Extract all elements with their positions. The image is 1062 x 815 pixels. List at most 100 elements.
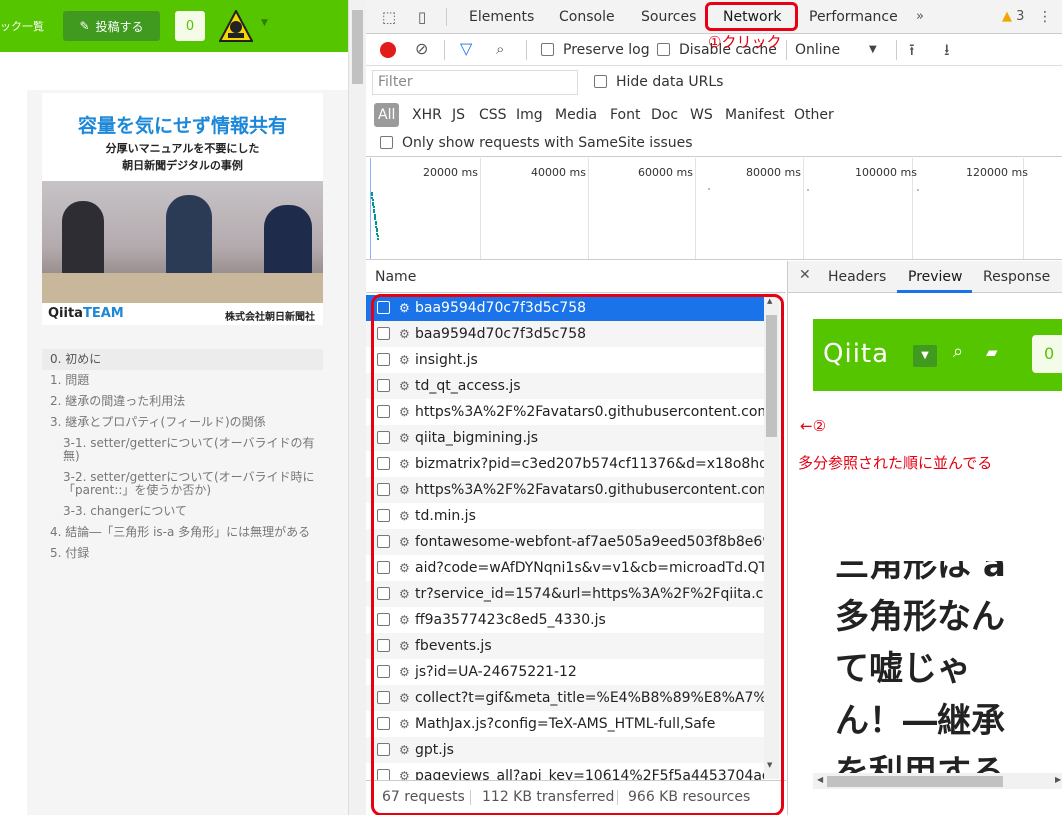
- type-filter-all[interactable]: All: [374, 103, 400, 127]
- toc-item[interactable]: 3. 継承とプロパティ(フィールド)の関係: [42, 412, 323, 433]
- sidebar-ad-banner[interactable]: 容量を気にせず情報共有 分厚いマニュアルを不要にした 朝日新聞デジタルの事例 Q…: [42, 93, 323, 325]
- hide-data-urls-checkbox[interactable]: Hide data URLs: [594, 72, 723, 92]
- name-column-header[interactable]: Name: [366, 261, 786, 293]
- tab-performance[interactable]: Performance: [809, 0, 898, 34]
- toc-item[interactable]: 0. 初めに: [42, 349, 323, 370]
- request-checkbox[interactable]: [377, 769, 390, 780]
- request-checkbox[interactable]: [377, 483, 390, 496]
- filter-icon[interactable]: ▽: [460, 40, 472, 58]
- tab-elements[interactable]: Elements: [469, 0, 534, 34]
- preserve-log-checkbox[interactable]: Preserve log: [541, 40, 650, 60]
- scroll-down-icon[interactable]: ▼: [767, 761, 772, 769]
- page-scrollbar[interactable]: [348, 0, 366, 815]
- request-row[interactable]: ⚙ pageviews_all?api_key=10614%2F5f5a44537…: [366, 763, 764, 780]
- scroll-right-icon[interactable]: ▶: [1055, 775, 1061, 784]
- request-row[interactable]: ⚙ baa9594d70c7f3d5c758: [366, 321, 764, 347]
- header-nav-text[interactable]: ック一覧: [0, 18, 44, 34]
- search-icon[interactable]: ⌕: [496, 40, 504, 58]
- import-har-icon[interactable]: ⭱: [909, 39, 915, 66]
- tab-headers[interactable]: Headers: [828, 269, 886, 285]
- request-checkbox[interactable]: [377, 691, 390, 704]
- request-checkbox[interactable]: [377, 353, 390, 366]
- request-row[interactable]: ⚙ bizmatrix?pid=c3ed207b574cf11376&d=x18o…: [366, 451, 764, 477]
- request-checkbox[interactable]: [377, 665, 390, 678]
- clear-icon[interactable]: ⊘: [415, 40, 428, 58]
- inspect-element-icon[interactable]: ⬚: [379, 8, 399, 26]
- request-checkbox[interactable]: [377, 509, 390, 522]
- request-row[interactable]: ⚙ fontawesome-webfont-af7ae505a9eed503f8b…: [366, 529, 764, 555]
- type-filter-doc[interactable]: Doc: [651, 103, 678, 127]
- tab-preview[interactable]: Preview: [908, 269, 963, 285]
- filter-input[interactable]: Filter: [372, 70, 578, 95]
- toc-item[interactable]: 4. 結論―「三角形 is-a 多角形」には無理がある: [42, 522, 323, 543]
- toc-item[interactable]: 3-1. setter/getterについて(オーバライドの有無): [42, 433, 323, 467]
- tab-sources[interactable]: Sources: [641, 0, 696, 34]
- request-list-scrollbar[interactable]: ▲ ▼: [764, 293, 779, 779]
- request-checkbox[interactable]: [377, 405, 390, 418]
- request-row[interactable]: ⚙ MathJax.js?config=TeX-AMS_HTML-full,Saf…: [366, 711, 764, 737]
- record-icon[interactable]: [380, 42, 396, 58]
- close-icon[interactable]: ✕: [799, 267, 811, 283]
- request-row[interactable]: ⚙ https%3A%2F%2Favatars0.githubuserconten…: [366, 477, 764, 503]
- request-row[interactable]: ⚙ qiita_bigmining.js: [366, 425, 764, 451]
- request-row[interactable]: ⚙ js?id=UA-24675221-12: [366, 659, 764, 685]
- type-filter-other[interactable]: Other: [794, 103, 834, 127]
- preview-scrollbar[interactable]: ◀ ▶: [813, 773, 1062, 789]
- request-row[interactable]: ⚙ td.min.js: [366, 503, 764, 529]
- more-tabs-icon[interactable]: »: [916, 0, 924, 34]
- request-row[interactable]: ⚙ aid?code=wAfDYNqni1s&v=v1&cb=microadTd.…: [366, 555, 764, 581]
- request-checkbox[interactable]: [377, 535, 390, 548]
- toc-item[interactable]: 5. 付録: [42, 543, 323, 564]
- request-checkbox[interactable]: [377, 613, 390, 626]
- export-har-icon[interactable]: ⭳: [944, 39, 950, 66]
- request-row[interactable]: ⚙ fbevents.js: [366, 633, 764, 659]
- device-toolbar-icon[interactable]: ▯: [412, 8, 432, 26]
- request-row[interactable]: ⚙ https%3A%2F%2Favatars0.githubuserconten…: [366, 399, 764, 425]
- request-checkbox[interactable]: [377, 327, 390, 340]
- more-options-icon[interactable]: ⋮: [1038, 0, 1052, 34]
- type-filter-manifest[interactable]: Manifest: [725, 103, 785, 127]
- type-filter-js[interactable]: JS: [452, 103, 465, 127]
- request-row[interactable]: ⚙ collect?t=gif&meta_title=%E4%B8%89%E8%A…: [366, 685, 764, 711]
- page-scrollbar-thumb[interactable]: [352, 10, 363, 84]
- toc-item[interactable]: 3-2. setter/getterについて(オーバライド時に「parent::…: [42, 467, 323, 501]
- notification-count[interactable]: 0: [175, 11, 205, 41]
- request-row[interactable]: ⚙ tr?service_id=1574&url=https%3A%2F%2Fqi…: [366, 581, 764, 607]
- preview-scrollbar-thumb[interactable]: [827, 776, 1003, 787]
- chevron-down-icon[interactable]: ▼: [261, 18, 268, 28]
- toc-item[interactable]: 2. 継承の間違った利用法: [42, 391, 323, 412]
- chevron-down-icon[interactable]: ▼: [869, 40, 877, 60]
- post-button[interactable]: ✎ 投稿する: [63, 11, 160, 41]
- throttling-select[interactable]: Online: [795, 40, 840, 60]
- warnings-badge[interactable]: ▲ 3: [1002, 0, 1024, 34]
- request-row[interactable]: ⚙ td_qt_access.js: [366, 373, 764, 399]
- request-checkbox[interactable]: [377, 457, 390, 470]
- tab-response[interactable]: Response: [983, 269, 1050, 285]
- samesite-checkbox[interactable]: Only show requests with SameSite issues: [380, 133, 693, 153]
- network-overview-timeline[interactable]: 20000 ms 40000 ms 60000 ms 80000 ms 100000 m…: [366, 158, 1062, 260]
- request-checkbox[interactable]: [377, 743, 390, 756]
- toc-item[interactable]: 3-3. changerについて: [42, 501, 323, 522]
- request-row[interactable]: ⚙ gpt.js: [366, 737, 764, 763]
- request-checkbox[interactable]: [377, 379, 390, 392]
- request-checkbox[interactable]: [377, 717, 390, 730]
- request-row[interactable]: ⚙ insight.js: [366, 347, 764, 373]
- type-filter-css[interactable]: CSS: [479, 103, 507, 127]
- request-row[interactable]: ⚙ baa9594d70c7f3d5c758: [366, 295, 764, 321]
- request-checkbox[interactable]: [377, 561, 390, 574]
- toc-item[interactable]: 1. 問題: [42, 370, 323, 391]
- type-filter-font[interactable]: Font: [610, 103, 640, 127]
- scroll-up-icon[interactable]: ▲: [767, 297, 772, 305]
- request-checkbox[interactable]: [377, 639, 390, 652]
- request-checkbox[interactable]: [377, 587, 390, 600]
- user-avatar[interactable]: [219, 10, 253, 42]
- request-list-scrollbar-thumb[interactable]: [766, 315, 777, 437]
- type-filter-media[interactable]: Media: [555, 103, 597, 127]
- type-filter-ws[interactable]: WS: [690, 103, 713, 127]
- tab-console[interactable]: Console: [559, 0, 615, 34]
- type-filter-xhr[interactable]: XHR: [412, 103, 442, 127]
- request-checkbox[interactable]: [377, 431, 390, 444]
- request-row[interactable]: ⚙ ff9a3577423c8ed5_4330.js: [366, 607, 764, 633]
- scroll-left-icon[interactable]: ◀: [817, 775, 823, 784]
- request-checkbox[interactable]: [377, 301, 390, 314]
